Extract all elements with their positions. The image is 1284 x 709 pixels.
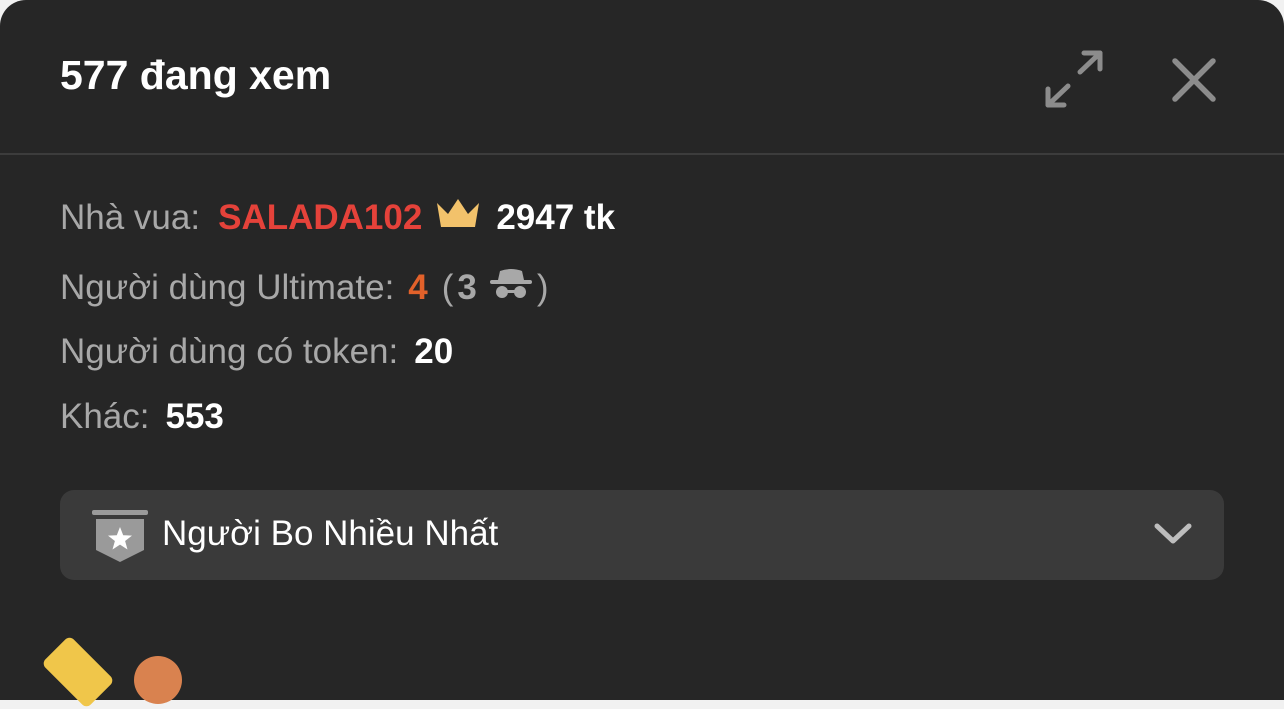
ultimate-users-row: Người dùng Ultimate: 4 ( 3 ) bbox=[60, 263, 549, 313]
king-tokens: 2947 tk bbox=[496, 198, 616, 237]
hidden-ultimate-count: 3 bbox=[457, 268, 477, 307]
other-users-count: 553 bbox=[165, 397, 224, 436]
star-badge-icon bbox=[92, 510, 148, 567]
king-row: Nhà vua: SALADA102 2947 tk bbox=[60, 193, 615, 243]
expand-icon bbox=[1045, 50, 1103, 108]
king-label: Nhà vua: bbox=[60, 198, 201, 237]
king-username[interactable]: SALADA102 bbox=[218, 198, 422, 238]
panel-header: 577 đang xem bbox=[0, 0, 1284, 155]
dropdown-label: Người Bo Nhiều Nhất bbox=[162, 514, 499, 553]
other-users-row: Khác: 553 bbox=[60, 392, 224, 442]
close-paren: ) bbox=[536, 268, 549, 307]
top-tippers-dropdown[interactable]: Người Bo Nhiều Nhất bbox=[60, 490, 1224, 580]
incognito-icon bbox=[487, 267, 535, 310]
open-paren: ( bbox=[441, 268, 454, 307]
close-button[interactable] bbox=[1166, 52, 1222, 108]
chevron-down-icon bbox=[1153, 521, 1193, 552]
crown-icon bbox=[434, 195, 482, 242]
other-users-label: Khác: bbox=[60, 397, 150, 436]
token-users-label: Người dùng có token: bbox=[60, 332, 399, 371]
expand-button[interactable] bbox=[1040, 46, 1108, 112]
close-icon bbox=[1172, 58, 1216, 102]
rank-gold-icon bbox=[41, 635, 115, 709]
avatar[interactable] bbox=[134, 656, 182, 704]
ultimate-users-label: Người dùng Ultimate: bbox=[60, 268, 395, 307]
viewers-count-title: 577 đang xem bbox=[60, 52, 332, 98]
viewers-panel: 577 đang xem Nhà vua: SALADA102 2947 tk … bbox=[0, 0, 1284, 709]
token-users-count: 20 bbox=[414, 332, 454, 371]
ultimate-users-count: 4 bbox=[408, 268, 428, 307]
token-users-row: Người dùng có token: 20 bbox=[60, 327, 453, 377]
